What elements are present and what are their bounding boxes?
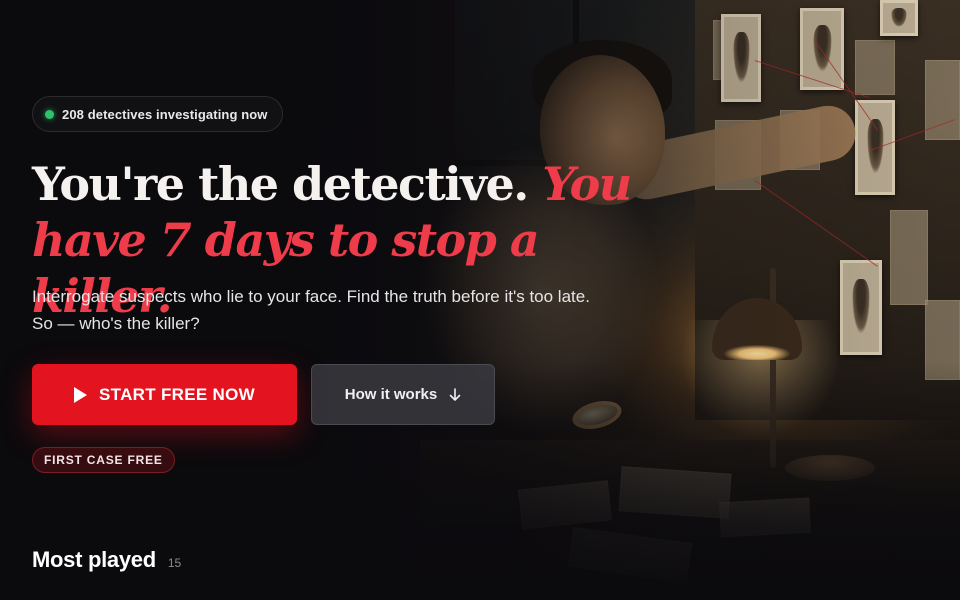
section-title: Most played: [32, 547, 156, 572]
start-free-button[interactable]: START FREE NOW: [32, 364, 297, 425]
live-status-pill: 208 detectives investigating now: [32, 96, 283, 132]
hero-content: 208 detectives investigating now You're …: [32, 0, 932, 600]
hero-subtitle: Interrogate suspects who lie to your fac…: [32, 287, 590, 333]
play-icon: [74, 386, 88, 403]
how-it-works-button[interactable]: How it works: [311, 364, 495, 425]
most-played-header: Most played 15: [32, 547, 181, 573]
live-count-text: 208 detectives investigating now: [62, 106, 268, 122]
headline-plain: You're the detective.: [32, 157, 529, 211]
how-it-works-label: How it works: [344, 386, 438, 403]
arrow-down-icon: [449, 387, 461, 402]
section-count: 15: [167, 556, 182, 570]
start-free-label: START FREE NOW: [99, 384, 255, 404]
first-case-free-badge: FIRST CASE FREE: [32, 447, 175, 473]
green-dot-icon: [45, 109, 54, 119]
